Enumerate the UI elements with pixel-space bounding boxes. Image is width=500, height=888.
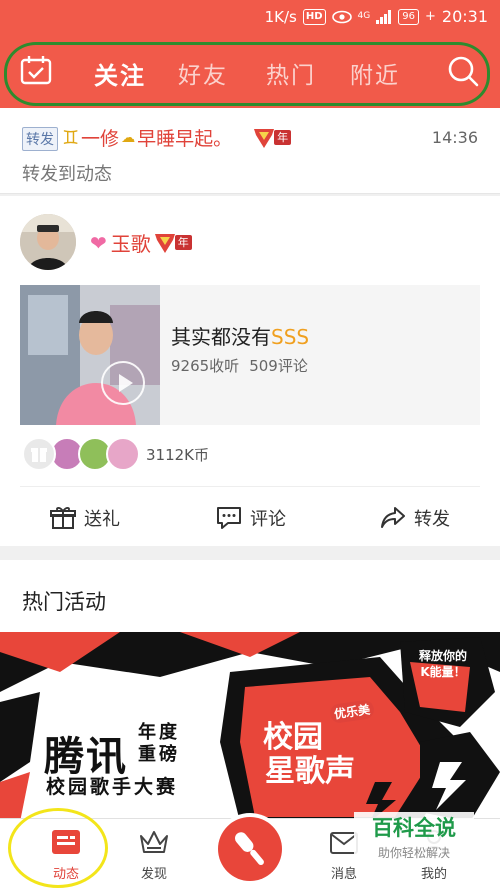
- nav-profile-label: 我的: [420, 867, 447, 882]
- gift-icon: [22, 437, 56, 471]
- level-shield-icon: [154, 233, 175, 253]
- record-button[interactable]: [218, 817, 282, 881]
- banner-event-line2: 星歌声: [265, 754, 355, 789]
- gifter-avatar[interactable]: [106, 437, 140, 471]
- avatar[interactable]: [20, 214, 76, 270]
- crown-icon: [140, 831, 168, 853]
- cloud-icon: ☁: [121, 129, 136, 146]
- level-year: 年: [274, 130, 292, 145]
- comment-count: 509评论: [249, 357, 308, 375]
- network-speed: 1K/s: [264, 7, 297, 26]
- repost-tag: 转发: [22, 127, 58, 151]
- search-icon[interactable]: [446, 54, 480, 88]
- hot-activities-section: 热门活动 腾讯 年度 重磅 校园歌手大赛 校园 星歌声 优乐美 释放你的K能量！: [0, 560, 500, 822]
- repost-card[interactable]: 转发 ♊ 一修 ☁ 早睡早起。 年 14:36 转发到动态: [0, 108, 500, 194]
- top-bar: 1K/s HD 4G 96 + 20:31 关注 好友 热门 附近: [0, 0, 500, 108]
- eye-icon: [331, 10, 352, 23]
- banner-line2: 重磅: [138, 744, 180, 765]
- tab-popular[interactable]: 热门: [266, 56, 316, 90]
- activity-banner[interactable]: 腾讯 年度 重磅 校园歌手大赛 校园 星歌声 优乐美 释放你的K能量！: [0, 632, 500, 822]
- repost-subtitle: 转发到动态: [22, 164, 112, 185]
- banner-subtitle: 校园歌手大赛: [46, 776, 179, 798]
- feed-icon: [52, 830, 80, 854]
- nav-feed[interactable]: 动态: [36, 827, 96, 882]
- microphone-icon: [235, 832, 264, 866]
- song-stats: 9265收听 509评论: [171, 355, 308, 376]
- repost-user[interactable]: ♊ 一修 ☁ 早睡早起。 年: [62, 124, 292, 151]
- comment-button[interactable]: 评论: [216, 505, 286, 531]
- level-badge: 年: [252, 127, 292, 149]
- signal-icon: [376, 9, 392, 24]
- coin-count: 3112K币: [146, 445, 210, 464]
- gift-button[interactable]: 送礼: [50, 505, 120, 531]
- song-title[interactable]: 其实都没有SSS: [171, 321, 309, 350]
- battery-icon: 96: [398, 8, 419, 25]
- heart-icon: ❤: [90, 230, 107, 255]
- post-user[interactable]: ❤ 玉歌 年: [90, 228, 192, 257]
- nav-discover[interactable]: 发现: [124, 827, 184, 882]
- level-badge: 年: [153, 232, 192, 254]
- network-type: 4G: [357, 11, 371, 21]
- level-shield-icon: [254, 128, 275, 148]
- post-actions: 送礼 评论 转发: [20, 486, 480, 546]
- tab-follow[interactable]: 关注: [94, 56, 146, 91]
- hd-icon: HD: [302, 8, 326, 25]
- gift-icon: [50, 507, 76, 529]
- nav-feed-label: 动态: [52, 867, 79, 882]
- nav-discover-label: 发现: [140, 867, 167, 882]
- tab-friends[interactable]: 好友: [178, 56, 228, 90]
- banner-line1: 年度: [138, 722, 180, 743]
- section-title: 热门活动: [22, 590, 106, 614]
- share-icon: [381, 507, 405, 528]
- watermark: 百科全说 助你轻松解决: [354, 812, 474, 862]
- banner-callout: 释放你的K能量！: [418, 649, 467, 679]
- post-card: ❤ 玉歌 年 其实都没有SSS 9265收听 509评论 3112K币 送礼 评…: [0, 196, 500, 546]
- gemini-icon: ♊: [62, 126, 80, 149]
- cover-image: [20, 285, 160, 425]
- avatar-image: [20, 214, 76, 270]
- share-button[interactable]: 转发: [380, 505, 450, 531]
- song-title-text: 其实都没有: [171, 325, 271, 349]
- song-score-tag: SSS: [271, 325, 310, 349]
- song-cover[interactable]: [20, 285, 160, 425]
- post-username: 玉歌: [110, 232, 151, 256]
- comment-label: 评论: [250, 509, 286, 530]
- play-icon[interactable]: [101, 361, 145, 405]
- calendar-icon[interactable]: [20, 55, 52, 85]
- watermark-subtitle: 助你轻松解决: [377, 846, 450, 860]
- status-bar: 1K/s HD 4G 96 + 20:31: [0, 0, 500, 34]
- nav-messages-label: 消息: [330, 867, 357, 882]
- repost-time: 14:36: [431, 128, 478, 147]
- nav-bar: 关注 好友 热门 附近: [0, 40, 500, 104]
- tab-nearby[interactable]: 附近: [350, 56, 400, 90]
- gift-senders[interactable]: 3112K币: [22, 436, 209, 472]
- level-year: 年: [174, 235, 192, 250]
- song-card[interactable]: 其实都没有SSS 9265收听 509评论: [20, 285, 480, 425]
- charging-icon: +: [424, 9, 436, 24]
- comment-icon: [217, 507, 241, 529]
- gift-label: 送礼: [84, 509, 120, 530]
- watermark-title: 百科全说: [372, 816, 456, 840]
- share-label: 转发: [414, 509, 450, 530]
- listen-count: 9265收听: [171, 357, 240, 375]
- clock: 20:31: [441, 7, 488, 26]
- repost-username-suffix: 早睡早起。: [137, 128, 233, 150]
- repost-username: 一修: [81, 128, 120, 150]
- banner-tagline: 年度 重磅: [138, 722, 180, 766]
